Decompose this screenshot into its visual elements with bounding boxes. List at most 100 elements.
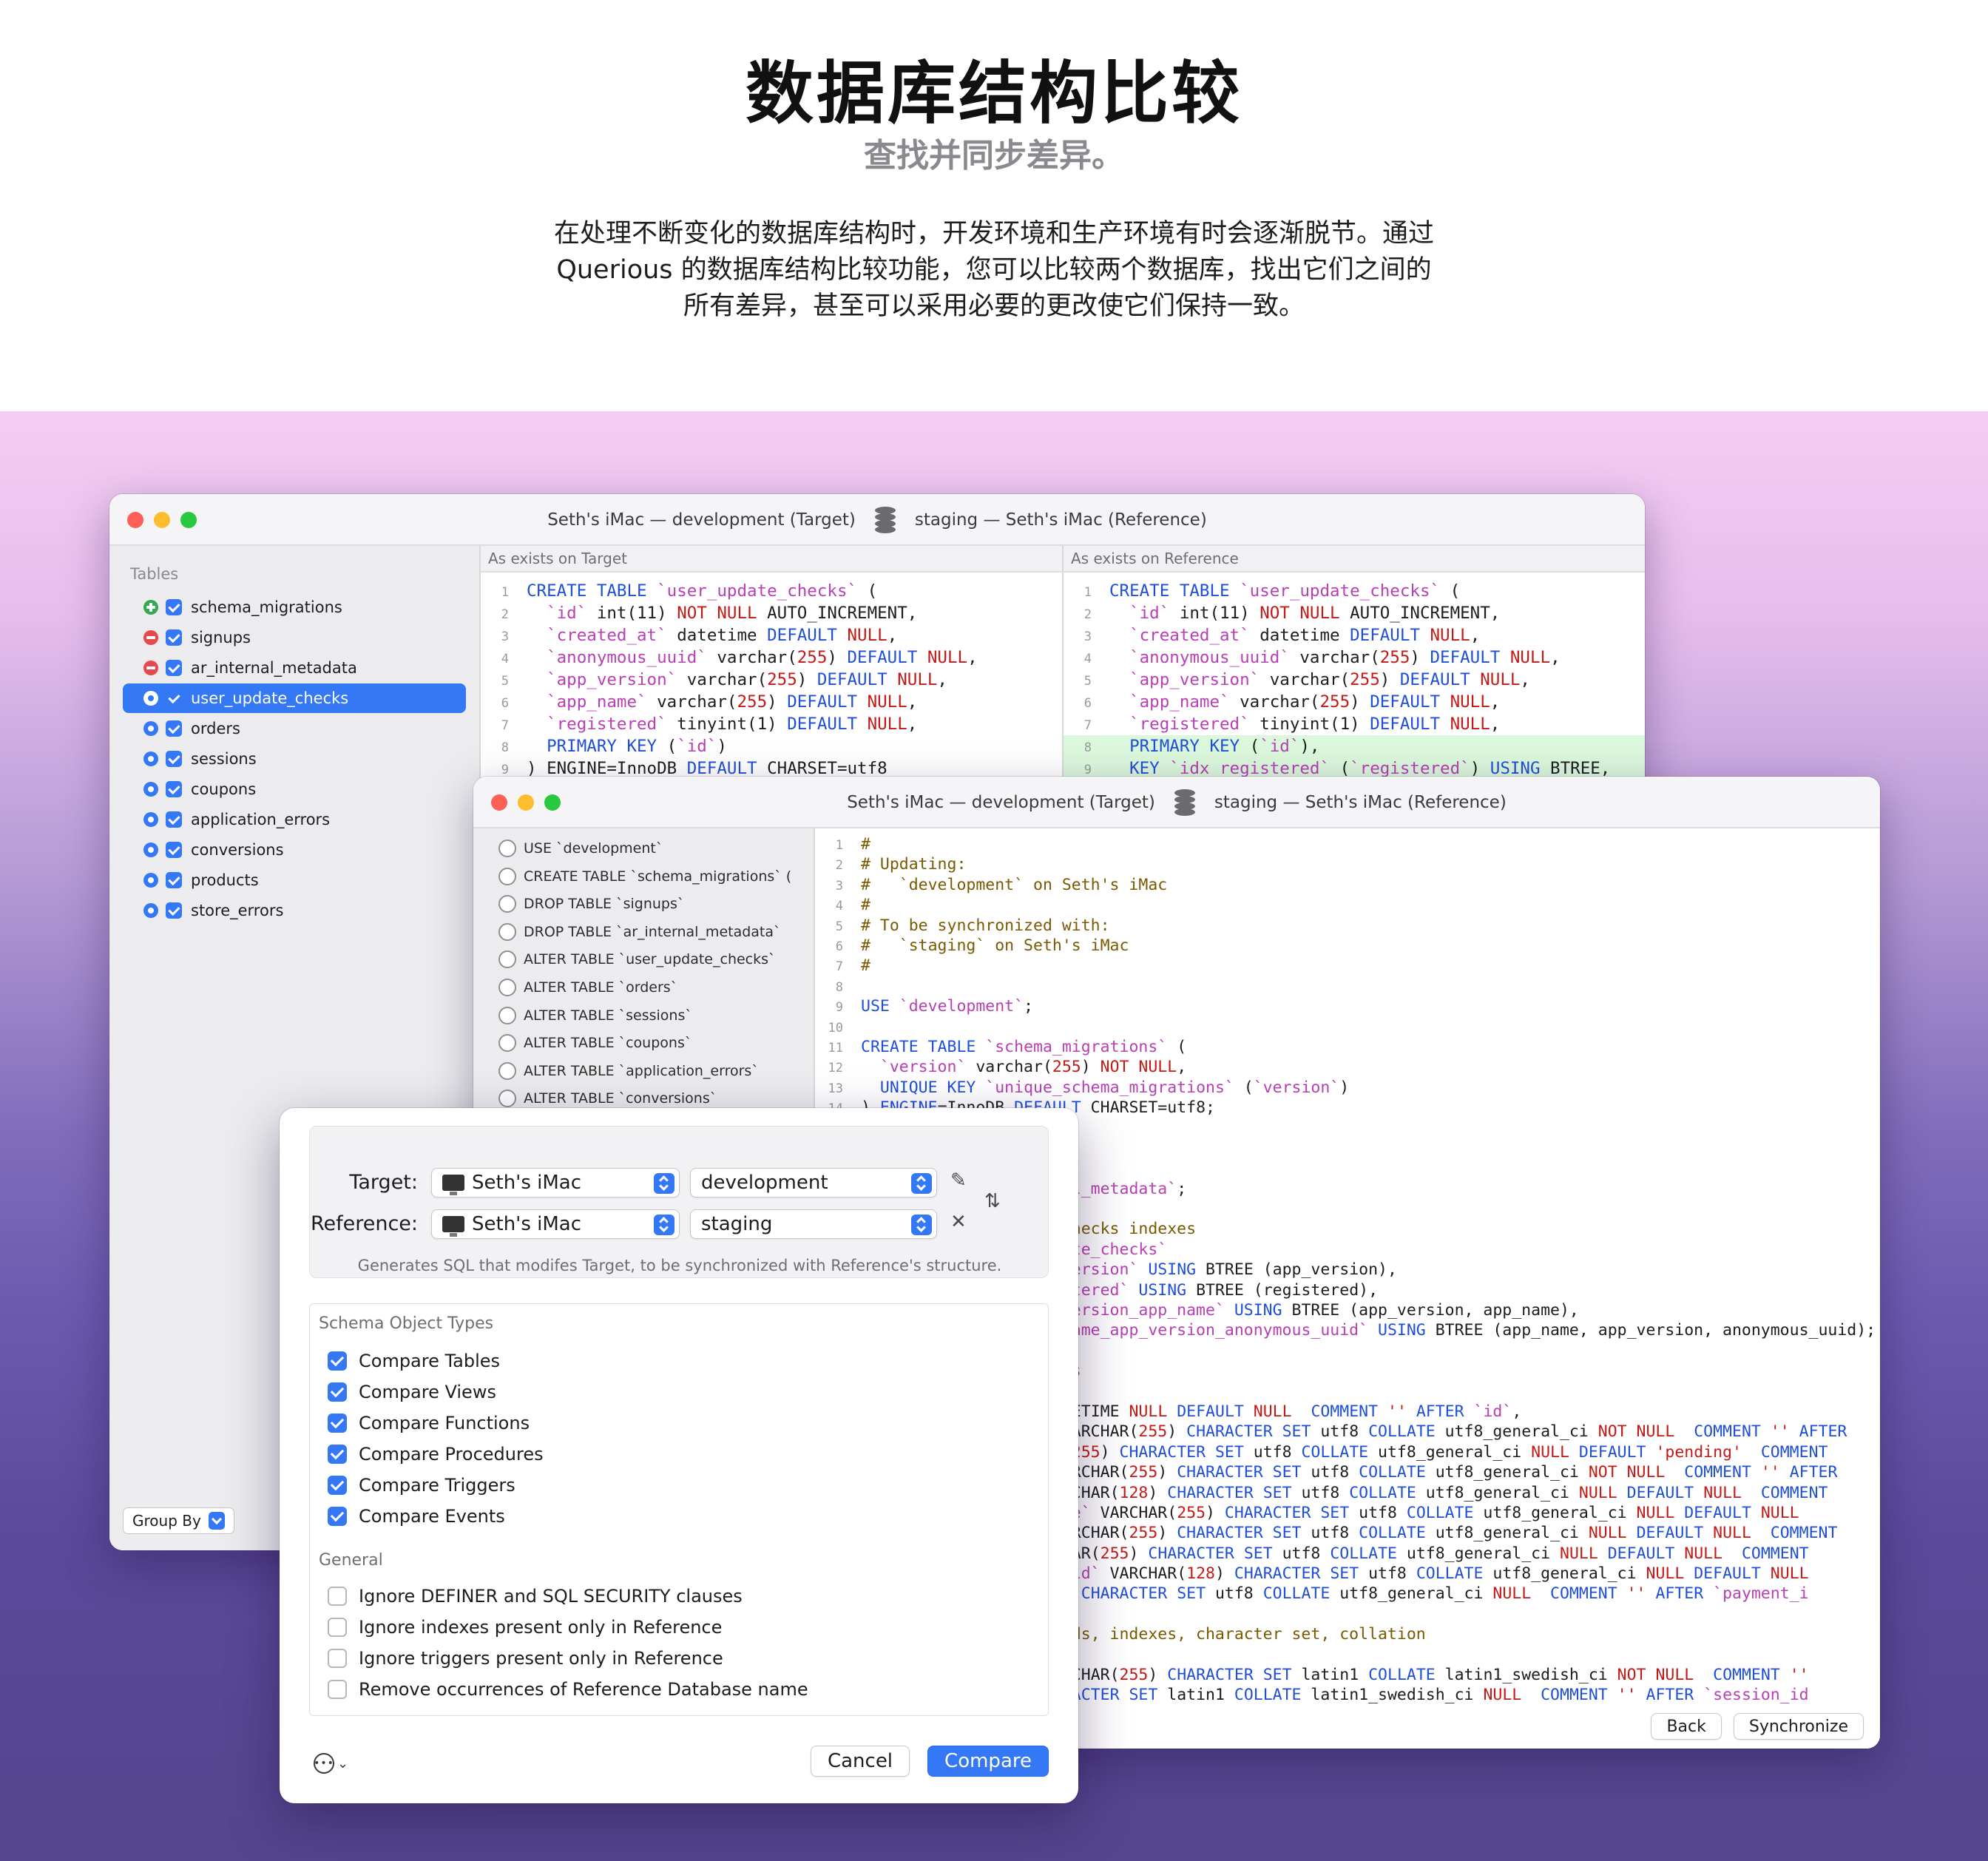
pane-header: As exists on Reference — [1064, 546, 1645, 573]
statement-item[interactable]: ALTER TABLE `user_update_checks` — [498, 947, 776, 972]
option-compare-triggers[interactable]: Compare Triggers — [328, 1473, 515, 1498]
statement-label: CREATE TABLE `schema_migrations` ( — [524, 868, 792, 885]
sidebar-item-label: store_errors — [191, 902, 284, 919]
statement-item[interactable]: USE `development` — [498, 836, 663, 861]
option-checkbox[interactable] — [328, 1382, 347, 1402]
minus-circle-icon — [143, 630, 158, 645]
synchronize-button[interactable]: Synchronize — [1733, 1713, 1864, 1740]
statement-radio[interactable] — [498, 1061, 516, 1080]
option-compare-functions[interactable]: Compare Functions — [328, 1411, 530, 1436]
statement-label: ALTER TABLE `conversions` — [524, 1090, 717, 1107]
sidebar-item-ar-internal-metadata[interactable]: ar_internal_metadata — [123, 653, 466, 683]
reference-label: Reference: — [310, 1212, 418, 1235]
general-heading: General — [319, 1551, 383, 1570]
sidebar-item-conversions[interactable]: conversions — [123, 835, 466, 865]
statement-radio[interactable] — [498, 867, 516, 885]
more-options-button[interactable]: ••• ⌄ — [314, 1753, 348, 1774]
include-checkbox[interactable] — [166, 902, 182, 919]
compare-button[interactable]: Compare — [927, 1746, 1049, 1777]
statement-radio[interactable] — [498, 950, 516, 969]
wand-icon[interactable]: ✕ — [950, 1211, 967, 1233]
include-checkbox[interactable] — [166, 629, 182, 646]
description-line: 在处理不断变化的数据库结构时，开发环境和生产环境有时会逐渐脱节。通过 — [553, 219, 1434, 249]
option-ignore-triggers-present-only-in-reference[interactable]: Ignore triggers present only in Referenc… — [328, 1646, 723, 1671]
reference-database-popup[interactable]: staging — [690, 1209, 937, 1239]
include-checkbox[interactable] — [166, 599, 182, 615]
option-checkbox[interactable] — [328, 1507, 347, 1526]
reference-title: staging — Seth's iMac (Reference) — [1214, 793, 1507, 812]
option-label: Compare Triggers — [359, 1475, 515, 1496]
reference-server-value: Seth's iMac — [472, 1213, 582, 1235]
sidebar-item-label: conversions — [191, 841, 284, 859]
sidebar-item-store-errors[interactable]: store_errors — [123, 896, 466, 925]
group-by-popup[interactable]: Group By — [123, 1507, 234, 1534]
sidebar-item-application-errors[interactable]: application_errors — [123, 805, 466, 834]
statement-item[interactable]: CREATE TABLE `schema_migrations` ( — [498, 864, 791, 889]
pencil-icon[interactable]: ✎ — [950, 1169, 967, 1192]
option-checkbox[interactable] — [328, 1680, 347, 1699]
option-compare-views[interactable]: Compare Views — [328, 1379, 496, 1405]
include-checkbox[interactable] — [166, 690, 182, 706]
schema-types-heading: Schema Object Types — [319, 1314, 494, 1333]
option-checkbox[interactable] — [328, 1445, 347, 1464]
option-checkbox[interactable] — [328, 1351, 347, 1371]
statement-item[interactable]: DROP TABLE `ar_internal_metadata` — [498, 919, 781, 945]
include-checkbox[interactable] — [166, 720, 182, 737]
statement-label: DROP TABLE `signups` — [524, 896, 685, 913]
statement-radio[interactable] — [498, 895, 516, 913]
statement-item[interactable]: ALTER TABLE `sessions` — [498, 1003, 692, 1028]
include-checkbox[interactable] — [166, 751, 182, 767]
code-view[interactable]: 1 CREATE TABLE `user_update_checks` (2 `i… — [1064, 573, 1645, 780]
option-checkbox[interactable] — [328, 1649, 347, 1668]
statement-radio[interactable] — [498, 1006, 516, 1024]
include-checkbox[interactable] — [166, 811, 182, 828]
cancel-button[interactable]: Cancel — [810, 1746, 910, 1777]
target-database-value: development — [701, 1172, 828, 1194]
option-ignore-definer-and-sql-security-clauses[interactable]: Ignore DEFINER and SQL SECURITY clauses — [328, 1584, 743, 1609]
statement-radio[interactable] — [498, 1034, 516, 1053]
sidebar-item-coupons[interactable]: coupons — [123, 774, 466, 804]
option-checkbox[interactable] — [328, 1587, 347, 1606]
statement-item[interactable]: ALTER TABLE `coupons` — [498, 1030, 692, 1056]
statement-item[interactable]: DROP TABLE `signups` — [498, 891, 684, 916]
option-label: Compare Events — [359, 1506, 505, 1527]
statement-radio[interactable] — [498, 979, 516, 996]
option-ignore-indexes-present-only-in-reference[interactable]: Ignore indexes present only in Reference — [328, 1615, 722, 1640]
statement-label: DROP TABLE `ar_internal_metadata` — [524, 923, 781, 940]
code-view[interactable]: 1 CREATE TABLE `user_update_checks` (2 `i… — [481, 573, 1062, 780]
sidebar-item-orders[interactable]: orders — [123, 714, 466, 743]
sidebar-item-sessions[interactable]: sessions — [123, 744, 466, 774]
option-remove-occurrences-of-reference-database-name[interactable]: Remove occurrences of Reference Database… — [328, 1677, 808, 1702]
sidebar-item-products[interactable]: products — [123, 865, 466, 895]
statement-radio[interactable] — [498, 922, 516, 941]
window-title: Seth's iMac — development (Target) stagi… — [109, 494, 1645, 546]
option-checkbox[interactable] — [328, 1618, 347, 1637]
include-checkbox[interactable] — [166, 842, 182, 858]
statement-radio[interactable] — [498, 840, 516, 857]
options-list[interactable]: Schema Object Types Compare Tables Compar… — [309, 1303, 1049, 1716]
include-checkbox[interactable] — [166, 781, 182, 797]
target-database-popup[interactable]: development — [690, 1168, 937, 1198]
page-subtitle: 查找并同步差异。 — [864, 137, 1124, 175]
include-checkbox[interactable] — [166, 660, 182, 676]
option-checkbox[interactable] — [328, 1414, 347, 1433]
sidebar-item-signups[interactable]: signups — [123, 623, 466, 652]
back-button[interactable]: Back — [1651, 1713, 1722, 1740]
swap-arrows-icon[interactable]: ⇅ — [984, 1190, 1001, 1212]
statement-item[interactable]: ALTER TABLE `orders` — [498, 975, 677, 1000]
statement-radio[interactable] — [498, 1090, 516, 1108]
option-compare-events[interactable]: Compare Events — [328, 1504, 505, 1529]
include-checkbox[interactable] — [166, 872, 182, 888]
database-icon — [874, 507, 896, 533]
reference-server-popup[interactable]: Seth's iMac — [431, 1209, 680, 1239]
option-checkbox[interactable] — [328, 1476, 347, 1495]
statement-item[interactable]: ALTER TABLE `application_errors` — [498, 1058, 759, 1084]
description-line: Querious 的数据库结构比较功能，您可以比较两个数据库，找出它们之间的 — [556, 255, 1432, 285]
option-compare-procedures[interactable]: Compare Procedures — [328, 1442, 544, 1467]
plus-circle-icon — [143, 600, 158, 615]
option-compare-tables[interactable]: Compare Tables — [328, 1348, 500, 1374]
target-server-popup[interactable]: Seth's iMac — [431, 1168, 680, 1198]
sidebar-item-user-update-checks[interactable]: user_update_checks — [123, 683, 466, 713]
sidebar-item-schema-migrations[interactable]: schema_migrations — [123, 592, 466, 622]
sidebar-item-label: coupons — [191, 780, 257, 798]
